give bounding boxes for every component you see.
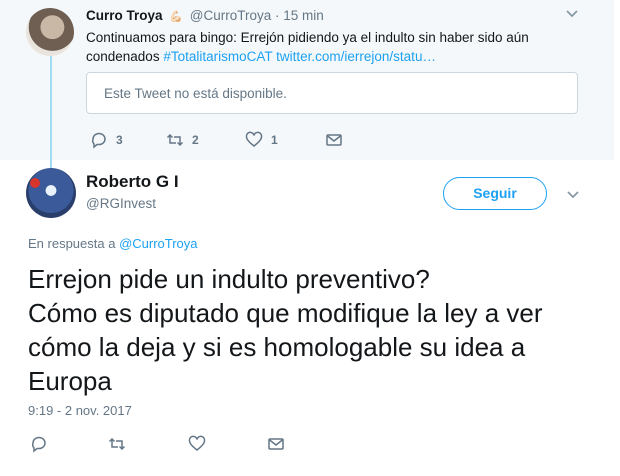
message-button[interactable] — [267, 435, 285, 453]
author-handle[interactable]: @RGInvest — [86, 196, 156, 211]
reply-context: En respuesta a @CurroTroya — [28, 236, 198, 251]
emoji-icon: 💪🏻 — [169, 11, 183, 23]
retweet-icon — [166, 133, 184, 147]
chevron-down-icon[interactable] — [565, 6, 579, 23]
retweet-button[interactable] — [108, 435, 126, 453]
parent-tweet-text: Continuamos para bingo: Errejón pidiendo… — [86, 28, 556, 66]
reply-button[interactable] — [30, 435, 48, 453]
reply-count: 3 — [116, 133, 123, 147]
like-button[interactable]: 1 — [245, 131, 278, 149]
tweet-time[interactable]: 15 min — [283, 8, 324, 23]
separator: · — [275, 8, 280, 23]
message-icon — [268, 438, 284, 450]
reply-prefix: En respuesta a — [28, 236, 120, 251]
author-name[interactable]: Curro Troya — [86, 8, 163, 23]
avatar[interactable] — [26, 168, 76, 218]
author-handle[interactable]: @CurroTroya — [190, 8, 271, 23]
reply-icon — [31, 436, 46, 453]
reply-to-handle[interactable]: @CurroTroya — [119, 236, 197, 251]
author-name[interactable]: Roberto G I — [86, 172, 179, 192]
unavailable-message: Este Tweet no está disponible. — [104, 86, 287, 101]
message-button[interactable] — [325, 131, 343, 149]
like-icon — [245, 131, 263, 147]
url-link[interactable]: twitter.com/ierrejon/statu… — [276, 49, 436, 64]
follow-button[interactable]: Seguir — [443, 177, 547, 210]
parent-tweet-header: Curro Troya 💪🏻 @CurroTroya · 15 min — [86, 8, 324, 23]
like-count: 1 — [271, 133, 278, 147]
like-icon — [188, 435, 206, 451]
reply-icon — [91, 132, 106, 149]
reply-button[interactable]: 3 — [90, 131, 123, 149]
avatar[interactable] — [26, 8, 74, 56]
tweet-text: Errejon pide un indulto preventivo? Cómo… — [28, 264, 543, 396]
retweet-icon — [108, 437, 126, 451]
retweet-count: 2 — [192, 133, 199, 147]
tweet-timestamp[interactable]: 9:19 - 2 nov. 2017 — [28, 403, 132, 418]
chevron-down-icon[interactable] — [566, 187, 580, 204]
like-button[interactable] — [188, 435, 206, 453]
message-icon — [326, 134, 342, 146]
retweet-button[interactable]: 2 — [166, 131, 199, 149]
thread-connector — [50, 56, 52, 170]
quoted-tweet-card[interactable]: Este Tweet no está disponible. — [86, 72, 578, 114]
hashtag-link[interactable]: #TotalitarismoCAT — [163, 49, 272, 64]
